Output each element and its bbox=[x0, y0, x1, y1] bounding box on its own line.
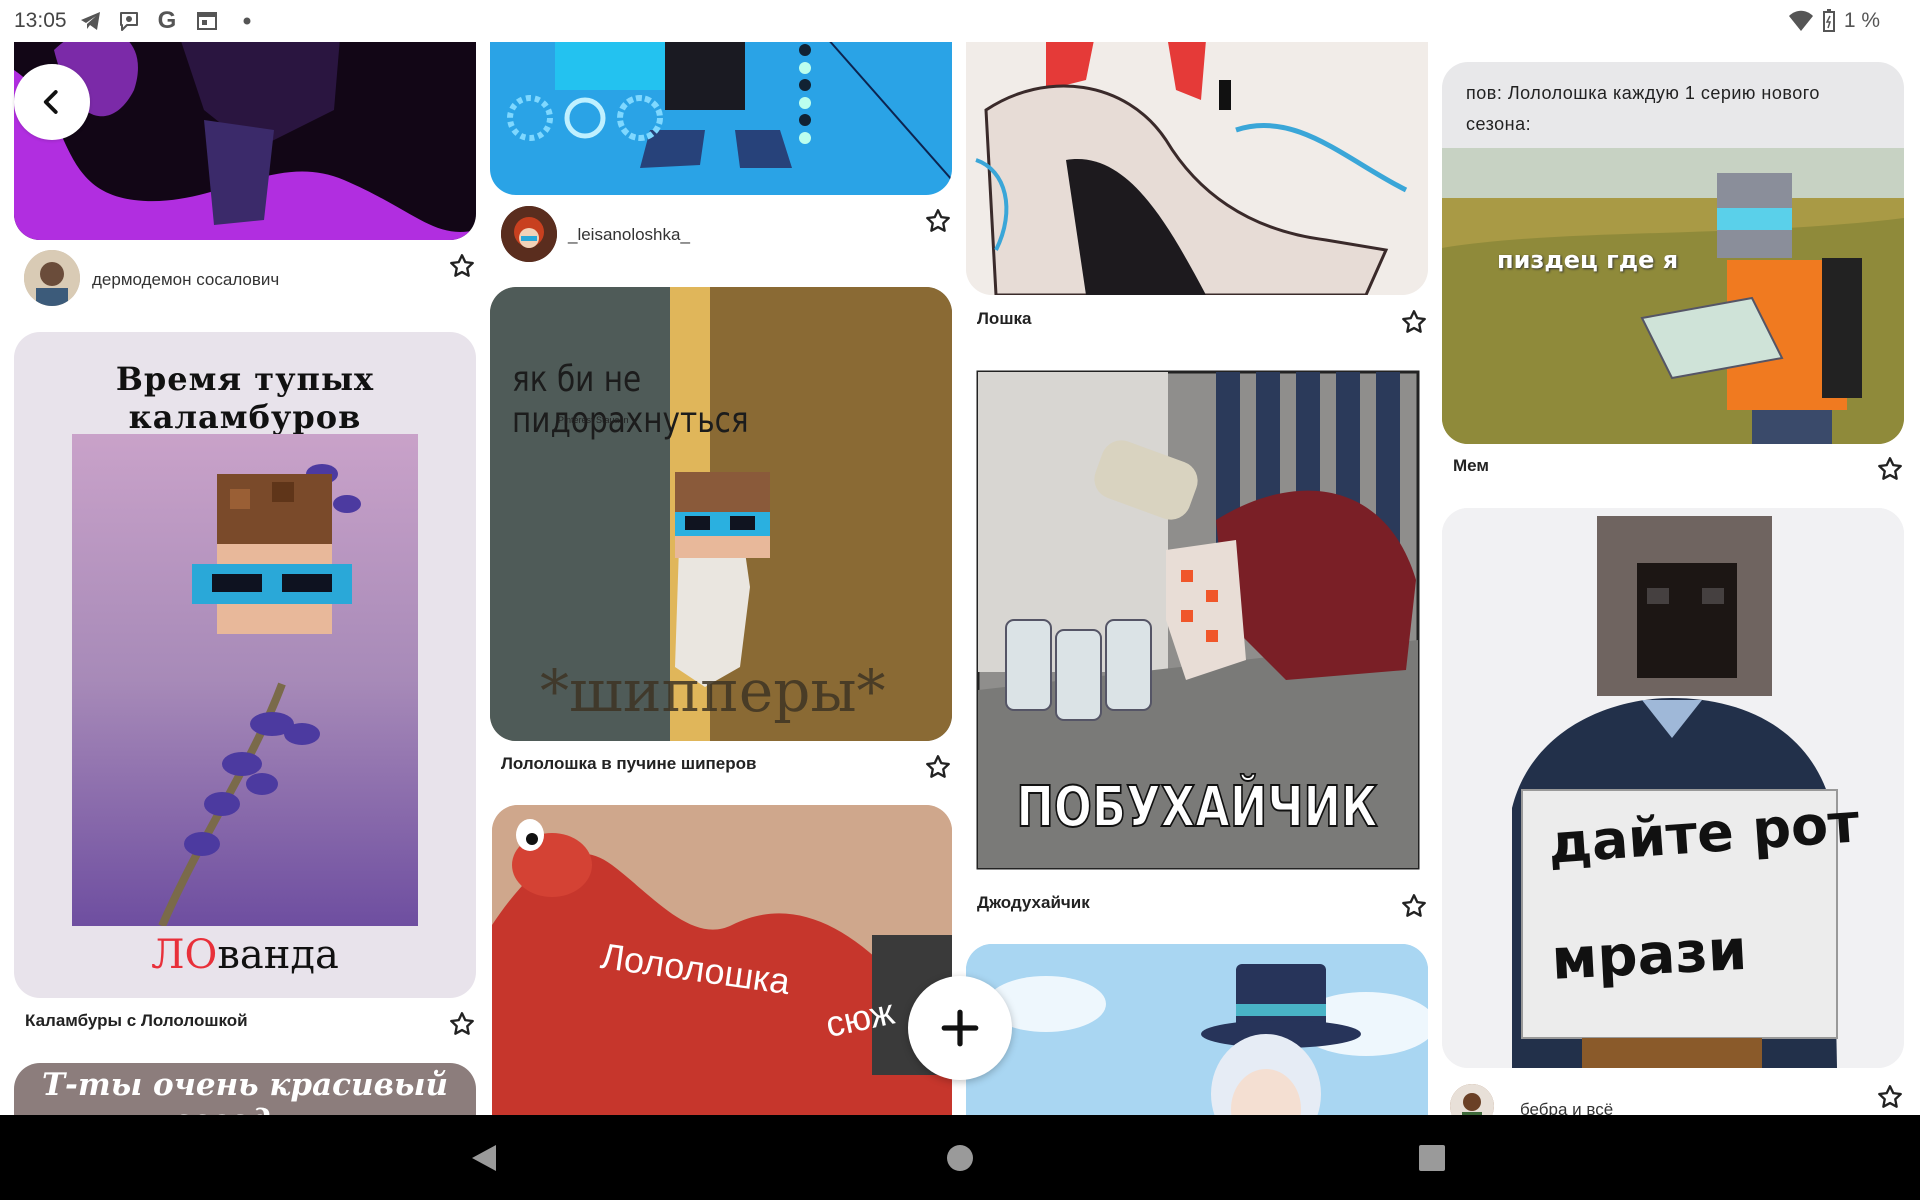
google-icon: G bbox=[157, 7, 177, 34]
navigation-bar bbox=[0, 1115, 1920, 1200]
chevron-left-icon bbox=[43, 90, 58, 114]
avatar[interactable] bbox=[24, 250, 80, 306]
status-time: 13:05 bbox=[14, 9, 67, 32]
star-icon[interactable] bbox=[1876, 1083, 1904, 1111]
watermark: Pinterest Staualin bbox=[558, 415, 629, 425]
meme-top-text: як би не пидорахнуться bbox=[512, 359, 749, 441]
meme-bottom-text: *шипперы* bbox=[540, 657, 886, 725]
wifi-icon bbox=[1788, 10, 1813, 31]
field-photo bbox=[1442, 148, 1904, 444]
pin-heading: Время тупых каламбуров bbox=[115, 360, 375, 436]
pin-title[interactable]: Каламбуры с Лололошкой bbox=[25, 1011, 248, 1031]
pin-feed: дермодемон сосалович Время тупых каламбу… bbox=[0, 0, 1920, 1115]
dot-icon bbox=[234, 8, 260, 34]
pin-image-pobuhaichik[interactable]: ПОБУХАЙЧИК bbox=[966, 360, 1428, 878]
back-button[interactable] bbox=[14, 64, 90, 140]
telegram-icon bbox=[78, 8, 104, 34]
meme-overlay-text: пиздец где я bbox=[1497, 246, 1679, 274]
pin-image-shippers-meme[interactable]: як би не пидорахнуться Pinterest Stauali… bbox=[490, 287, 952, 741]
plus-icon bbox=[941, 1009, 979, 1047]
star-icon[interactable] bbox=[924, 753, 952, 781]
status-bar: 13:05 G 1 % bbox=[0, 0, 1920, 42]
star-icon[interactable] bbox=[1876, 455, 1904, 483]
pin-image-sign-meme[interactable]: дайте рот мрази bbox=[1442, 508, 1904, 1068]
pin-title[interactable]: Мем bbox=[1453, 456, 1489, 476]
back-triangle-icon[interactable] bbox=[470, 1143, 498, 1173]
anime-tophat-art bbox=[966, 944, 1428, 1115]
pin-image-pun-lavender[interactable]: Время тупых каламбуров ЛОванда bbox=[14, 332, 476, 998]
pin-author[interactable]: дермодемон сосалович bbox=[92, 270, 279, 290]
pin-overlay-text: Т-ты очень красивый сегодня bbox=[41, 1067, 449, 1115]
anime-sketch-art bbox=[966, 0, 1428, 295]
pin-author[interactable]: _leisanoloshka_ bbox=[568, 225, 690, 245]
meme-caption: пов: Лололошка каждую 1 серию нового сез… bbox=[1466, 83, 1820, 134]
viber-icon bbox=[116, 8, 142, 34]
status-right: 1 % bbox=[1788, 9, 1880, 33]
star-icon[interactable] bbox=[1400, 892, 1428, 920]
pin-image-anime-sketch[interactable] bbox=[966, 0, 1428, 295]
pin-image-anime-tophat[interactable] bbox=[966, 944, 1428, 1115]
pin-title[interactable]: Джодухайчик bbox=[977, 893, 1090, 913]
avatar[interactable] bbox=[1450, 1084, 1494, 1115]
star-icon[interactable] bbox=[448, 252, 476, 280]
lavender-photo bbox=[72, 434, 418, 926]
meme-caption: ПОБУХАЙЧИК bbox=[1016, 774, 1379, 841]
calendar-icon bbox=[194, 8, 220, 34]
star-icon[interactable] bbox=[448, 1010, 476, 1038]
sign-text: мрази bbox=[1550, 917, 1749, 993]
pin-title[interactable]: Лошка bbox=[977, 309, 1031, 329]
pin-image-elmo[interactable]: Лололошка сюж bbox=[492, 805, 952, 1115]
home-circle-icon[interactable] bbox=[946, 1144, 974, 1172]
pin-caption: ЛОванда bbox=[14, 932, 476, 978]
star-icon[interactable] bbox=[924, 207, 952, 235]
caption-highlight: ЛО bbox=[151, 932, 218, 978]
add-pin-button[interactable] bbox=[908, 976, 1012, 1080]
pin-image-compliment[interactable]: Т-ты очень красивый сегодня bbox=[14, 1063, 476, 1115]
avatar[interactable] bbox=[501, 206, 557, 262]
battery-icon bbox=[1822, 9, 1835, 32]
pin-image-lost-meme[interactable]: пов: Лололошка каждую 1 серию нового сез… bbox=[1442, 62, 1904, 444]
pin-author[interactable]: бебра и всё bbox=[1520, 1100, 1613, 1115]
star-icon[interactable] bbox=[1400, 308, 1428, 336]
recents-square-icon[interactable] bbox=[1418, 1144, 1446, 1172]
battery-percent: 1 % bbox=[1843, 9, 1880, 32]
pin-title[interactable]: Лололошка в пучине шиперов bbox=[501, 754, 756, 774]
caption-rest: ванда bbox=[217, 932, 339, 978]
